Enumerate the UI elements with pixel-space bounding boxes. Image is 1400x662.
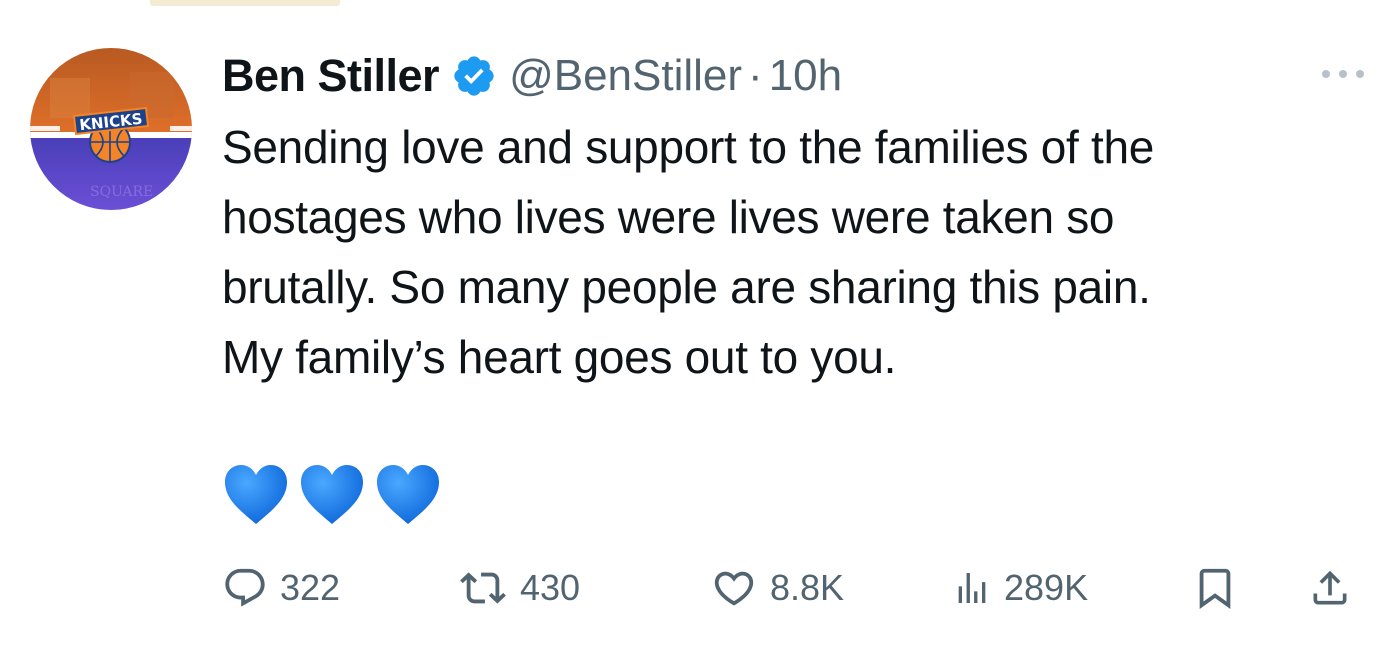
- verified-badge-icon: [451, 53, 497, 99]
- reply-icon: [225, 568, 265, 607]
- tweet-text-line: hostages who lives were lives were taken…: [222, 191, 1115, 243]
- author-handle[interactable]: @BenStiller: [509, 51, 742, 101]
- tweet-card[interactable]: KNICKS SQUARE Ben Stiller @BenStiller · …: [0, 0, 1400, 662]
- tweet-text-line: brutally. So many people are sharing thi…: [222, 261, 1151, 313]
- blue-heart-icon: [377, 465, 439, 524]
- views-count: 289K: [1004, 567, 1089, 608]
- more-options-icon[interactable]: [1318, 64, 1368, 84]
- heart-icon: [714, 571, 754, 606]
- tweet-text-line: My family’s heart goes out to you.: [222, 331, 897, 383]
- avatar[interactable]: KNICKS SQUARE: [30, 48, 192, 210]
- like-count: 8.8K: [770, 567, 845, 608]
- reply-button[interactable]: 322: [222, 556, 340, 620]
- bookmark-button[interactable]: [1192, 556, 1238, 620]
- post-time[interactable]: 10h: [769, 51, 842, 101]
- bookmark-icon: [1199, 568, 1231, 609]
- separator-dot: ·: [748, 51, 763, 100]
- author-name[interactable]: Ben Stiller: [222, 50, 440, 102]
- share-button[interactable]: [1308, 556, 1352, 620]
- retweet-icon: [460, 572, 506, 604]
- views-button[interactable]: 289K: [952, 556, 1088, 620]
- share-icon: [1313, 570, 1347, 605]
- views-chart-icon: [958, 573, 986, 603]
- knicks-logo-icon: KNICKS SQUARE: [30, 48, 192, 210]
- reply-count: 322: [280, 567, 341, 608]
- tweet-text: Sending love and support to the families…: [222, 112, 1372, 392]
- tweet-header: Ben Stiller @BenStiller · 10h: [222, 44, 842, 108]
- svg-text:SQUARE: SQUARE: [90, 184, 153, 200]
- like-button[interactable]: 8.8K: [710, 556, 844, 620]
- emoji-row: [222, 462, 442, 528]
- retweet-count: 430: [520, 567, 581, 608]
- blue-heart-icon: [225, 465, 287, 524]
- tweet-text-line: Sending love and support to the families…: [222, 121, 1155, 173]
- action-bar: 322 430 8.8K 289K: [222, 556, 1372, 620]
- blue-heart-icon: [301, 465, 363, 524]
- retweet-button[interactable]: 430: [458, 556, 580, 620]
